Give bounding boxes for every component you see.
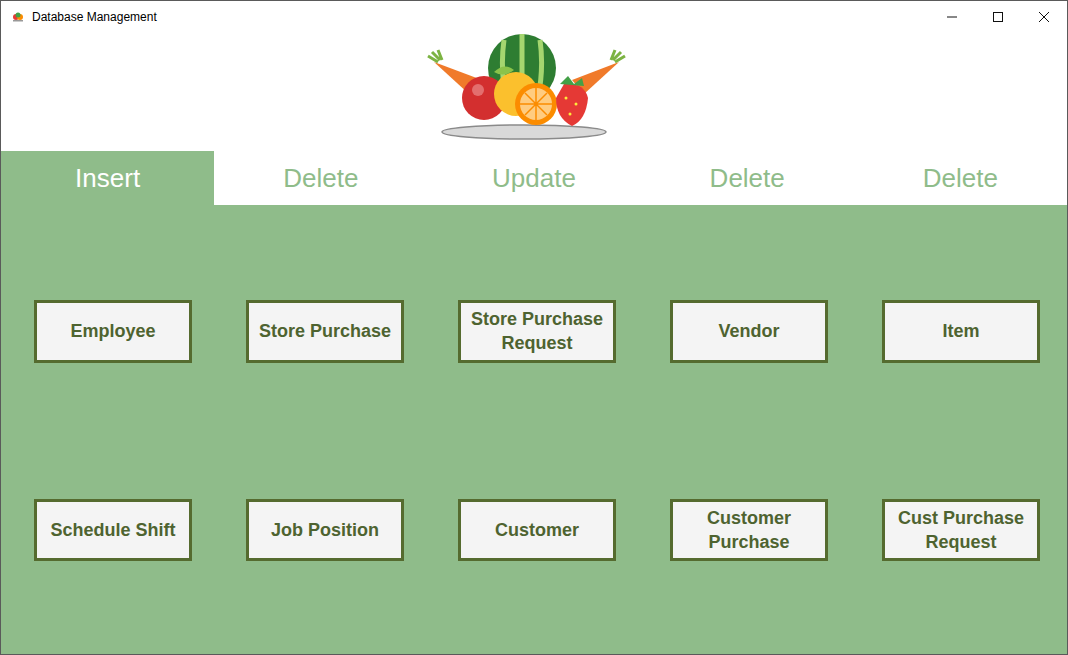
- table-button[interactable]: Store Purchase Request: [458, 300, 616, 363]
- maximize-button[interactable]: [975, 1, 1021, 32]
- table-button[interactable]: Cust Purchase Request: [882, 499, 1040, 562]
- tab[interactable]: Delete: [641, 151, 854, 205]
- minimize-icon: [946, 11, 958, 23]
- content-panel: Employee Store Purchase Store Purchase Req…: [1, 205, 1067, 654]
- table-button[interactable]: Store Purchase: [246, 300, 404, 363]
- tab-bar: InsertDeleteUpdateDeleteDelete: [1, 151, 1067, 205]
- window: Database ManagementInsertDeleteUpdateDel…: [0, 0, 1068, 655]
- close-icon: [1038, 11, 1050, 23]
- title-bar: Database Management: [1, 1, 1067, 32]
- tab[interactable]: Update: [427, 151, 640, 205]
- tab[interactable]: Delete: [854, 151, 1067, 205]
- table-button[interactable]: Employee: [34, 300, 192, 363]
- table-button[interactable]: Customer Purchase: [670, 499, 828, 562]
- table-button[interactable]: Job Position: [246, 499, 404, 562]
- tab[interactable]: Delete: [214, 151, 427, 205]
- maximize-icon: [992, 11, 1004, 23]
- table-button[interactable]: Customer: [458, 499, 616, 562]
- tab[interactable]: Insert: [1, 151, 214, 205]
- fruit-bowl-icon: [11, 10, 25, 24]
- table-button[interactable]: Item: [882, 300, 1040, 363]
- window-title: Database Management: [32, 10, 157, 24]
- minimize-button[interactable]: [929, 1, 975, 32]
- table-button[interactable]: Vendor: [670, 300, 828, 363]
- table-button[interactable]: Schedule Shift: [34, 499, 192, 562]
- logo-area: [1, 32, 1067, 151]
- fruit-logo-icon: [424, 32, 634, 144]
- close-button[interactable]: [1021, 1, 1067, 32]
